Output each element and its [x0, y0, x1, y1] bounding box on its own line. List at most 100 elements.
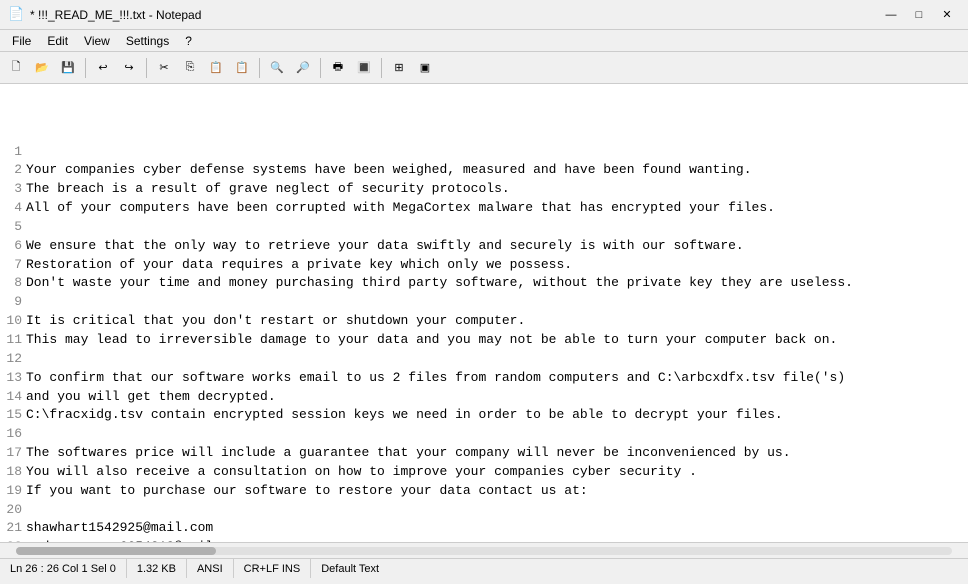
line-number: 21	[4, 519, 22, 538]
table-row: 14and you will get them decrypted.	[4, 388, 964, 407]
toolbar-button-7[interactable]: ✂	[152, 56, 176, 80]
line-number: 7	[4, 256, 22, 275]
line-number: 11	[4, 331, 22, 350]
toolbar-button-1[interactable]: 📂	[30, 56, 54, 80]
line-number: 3	[4, 180, 22, 199]
toolbar-button-10[interactable]: 📋	[230, 56, 254, 80]
line-text: shawhart1542925@mail.com	[26, 519, 213, 538]
line-number: 20	[4, 501, 22, 520]
toolbar-button-12[interactable]: 🔍	[265, 56, 289, 80]
table-row: 9	[4, 293, 964, 312]
menu-item-settings[interactable]: Settings	[118, 32, 177, 50]
toolbar-separator	[320, 58, 321, 78]
status-text-mode: Default Text	[311, 559, 389, 578]
table-row: 16	[4, 425, 964, 444]
editor-container[interactable]: 12Your companies cyber defense systems h…	[0, 84, 968, 542]
table-row: 12	[4, 350, 964, 369]
toolbar: 🗋📂💾↩↪✂⎘📋📋🔍🔎🖶🔳⊞▣	[0, 52, 968, 84]
status-size: 1.32 KB	[127, 559, 187, 578]
table-row: 10It is critical that you don't restart …	[4, 312, 964, 331]
line-number: 10	[4, 312, 22, 331]
horizontal-scrollbar[interactable]	[0, 542, 968, 558]
table-row: 5	[4, 218, 964, 237]
line-text: Don't waste your time and money purchasi…	[26, 274, 853, 293]
toolbar-separator	[259, 58, 260, 78]
toolbar-separator	[381, 58, 382, 78]
close-button[interactable]: ✕	[934, 5, 960, 25]
line-number: 19	[4, 482, 22, 501]
app-icon: 📄	[8, 7, 24, 23]
title-bar-title: * !!!_READ_ME_!!!.txt - Notepad	[30, 8, 201, 22]
line-text: This may lead to irreversible damage to …	[26, 331, 837, 350]
table-row: 18You will also receive a consultation o…	[4, 463, 964, 482]
editor-content: 12Your companies cyber defense systems h…	[0, 84, 968, 542]
line-text: and you will get them decrypted.	[26, 388, 276, 407]
table-row: 3The breach is a result of grave neglect…	[4, 180, 964, 199]
line-number: 5	[4, 218, 22, 237]
toolbar-button-9[interactable]: 📋	[204, 56, 228, 80]
toolbar-separator	[85, 58, 86, 78]
line-text: Restoration of your data requires a priv…	[26, 256, 572, 275]
table-row: 6We ensure that the only way to retrieve…	[4, 237, 964, 256]
line-text: The softwares price will include a guara…	[26, 444, 791, 463]
line-number: 12	[4, 350, 22, 369]
line-number: 17	[4, 444, 22, 463]
table-row: 4All of your computers have been corrupt…	[4, 199, 964, 218]
table-row: 21shawhart1542925@mail.com	[4, 519, 964, 538]
line-number: 8	[4, 274, 22, 293]
table-row: 15C:\fracxidg.tsv contain encrypted sess…	[4, 406, 964, 425]
table-row: 8Don't waste your time and money purchas…	[4, 274, 964, 293]
line-number: 13	[4, 369, 22, 388]
line-number: 6	[4, 237, 22, 256]
line-number: 9	[4, 293, 22, 312]
menu-item-file[interactable]: File	[4, 32, 39, 50]
status-position: Ln 26 : 26 Col 1 Sel 0	[0, 559, 127, 578]
line-text: You will also receive a consultation on …	[26, 463, 697, 482]
toolbar-button-2[interactable]: 💾	[56, 56, 80, 80]
line-number: 15	[4, 406, 22, 425]
line-number: 4	[4, 199, 22, 218]
line-number: 22	[4, 538, 22, 542]
line-text: Your companies cyber defense systems hav…	[26, 161, 752, 180]
title-bar-controls: — □ ✕	[878, 5, 960, 25]
toolbar-button-8[interactable]: ⎘	[178, 56, 202, 80]
toolbar-button-15[interactable]: 🖶	[326, 56, 350, 80]
table-row: 7Restoration of your data requires a pri…	[4, 256, 964, 275]
toolbar-button-13[interactable]: 🔎	[291, 56, 315, 80]
line-number: 14	[4, 388, 22, 407]
line-text: All of your computers have been corrupte…	[26, 199, 775, 218]
table-row: 1	[4, 143, 964, 162]
status-line-ending: CR+LF INS	[234, 559, 312, 578]
line-text: We ensure that the only way to retrieve …	[26, 237, 744, 256]
title-bar-left: 📄 * !!!_READ_ME_!!!.txt - Notepad	[8, 7, 201, 23]
line-text: anderssperry6654818@mail.com	[26, 538, 244, 542]
maximize-button[interactable]: □	[906, 5, 932, 25]
toolbar-button-16[interactable]: 🔳	[352, 56, 376, 80]
toolbar-button-4[interactable]: ↩	[91, 56, 115, 80]
toolbar-button-5[interactable]: ↪	[117, 56, 141, 80]
minimize-button[interactable]: —	[878, 5, 904, 25]
toolbar-button-18[interactable]: ⊞	[387, 56, 411, 80]
toolbar-separator	[146, 58, 147, 78]
table-row: 19If you want to purchase our software t…	[4, 482, 964, 501]
menu-item-edit[interactable]: Edit	[39, 32, 76, 50]
scrollbar-thumb[interactable]	[16, 547, 216, 555]
table-row: 17The softwares price will include a gua…	[4, 444, 964, 463]
scrollbar-track[interactable]	[16, 547, 952, 555]
table-row: 13To confirm that our software works ema…	[4, 369, 964, 388]
toolbar-button-19[interactable]: ▣	[413, 56, 437, 80]
menu-item-?[interactable]: ?	[177, 32, 200, 50]
toolbar-button-0[interactable]: 🗋	[4, 56, 28, 80]
menu-bar: FileEditViewSettings?	[0, 30, 968, 52]
line-number: 18	[4, 463, 22, 482]
line-number: 2	[4, 161, 22, 180]
line-text: The breach is a result of grave neglect …	[26, 180, 510, 199]
line-text: If you want to purchase our software to …	[26, 482, 588, 501]
menu-item-view[interactable]: View	[76, 32, 118, 50]
line-text: C:\fracxidg.tsv contain encrypted sessio…	[26, 406, 783, 425]
status-bar: Ln 26 : 26 Col 1 Sel 0 1.32 KB ANSI CR+L…	[0, 558, 968, 578]
line-text: To confirm that our software works email…	[26, 369, 845, 388]
line-text: It is critical that you don't restart or…	[26, 312, 525, 331]
table-row: 20	[4, 501, 964, 520]
status-encoding: ANSI	[187, 559, 234, 578]
